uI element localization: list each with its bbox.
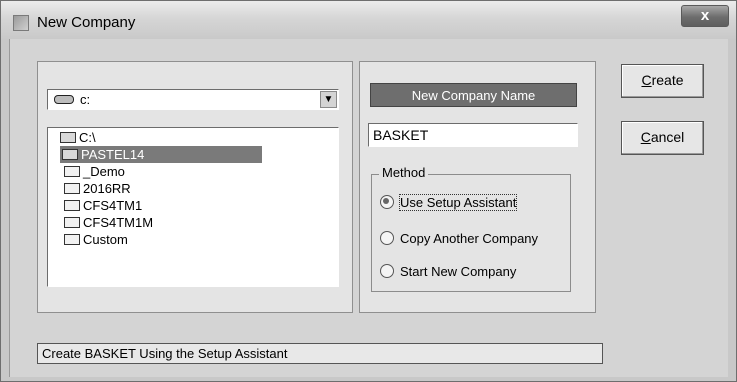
folder-icon <box>64 217 80 228</box>
folder-tree[interactable]: C:\ PASTEL14 _Demo 2016RR CFS4TM1 CFS4TM… <box>47 127 339 287</box>
title-bar[interactable]: New Company x <box>1 1 736 39</box>
drive-select[interactable]: c: ▼ <box>47 89 339 110</box>
folder-icon <box>64 234 80 245</box>
method-legend: Method <box>379 165 429 180</box>
folder-item[interactable]: CFS4TM1M <box>64 214 153 231</box>
folder-icon <box>64 200 80 211</box>
radio-icon <box>380 264 394 278</box>
new-company-dialog: New Company x c: ▼ C:\ PASTEL14 _Demo 20… <box>0 0 737 382</box>
radio-start-new-company[interactable]: Start New Company <box>380 263 516 281</box>
status-text: Create BASKET Using the Setup Assistant <box>37 343 603 364</box>
radio-checked-icon <box>380 195 394 209</box>
folder-item[interactable]: _Demo <box>64 163 125 180</box>
chevron-down-icon[interactable]: ▼ <box>320 91 337 108</box>
folder-item-selected[interactable]: PASTEL14 <box>60 146 262 163</box>
create-button[interactable]: Create <box>621 64 704 98</box>
folder-item[interactable]: Custom <box>64 231 128 248</box>
folder-item[interactable]: C:\ <box>60 129 96 146</box>
open-folder-icon <box>60 132 76 143</box>
app-icon <box>13 15 29 31</box>
drive-icon <box>54 95 74 104</box>
close-icon: x <box>700 7 710 24</box>
drive-label: c: <box>80 92 91 107</box>
folder-item[interactable]: 2016RR <box>64 180 131 197</box>
window-title: New Company <box>37 14 136 31</box>
cancel-button[interactable]: Cancel <box>621 121 704 155</box>
radio-copy-another-company[interactable]: Copy Another Company <box>380 230 538 248</box>
company-name-heading: New Company Name <box>370 83 577 107</box>
folder-icon <box>64 166 80 177</box>
radio-icon <box>380 231 394 245</box>
company-name-input[interactable]: BASKET <box>368 123 578 147</box>
open-folder-icon <box>62 149 78 160</box>
folder-icon <box>64 183 80 194</box>
radio-use-setup-assistant[interactable]: Use Setup Assistant <box>380 194 518 212</box>
close-button[interactable]: x <box>681 5 729 27</box>
folder-item[interactable]: CFS4TM1 <box>64 197 142 214</box>
